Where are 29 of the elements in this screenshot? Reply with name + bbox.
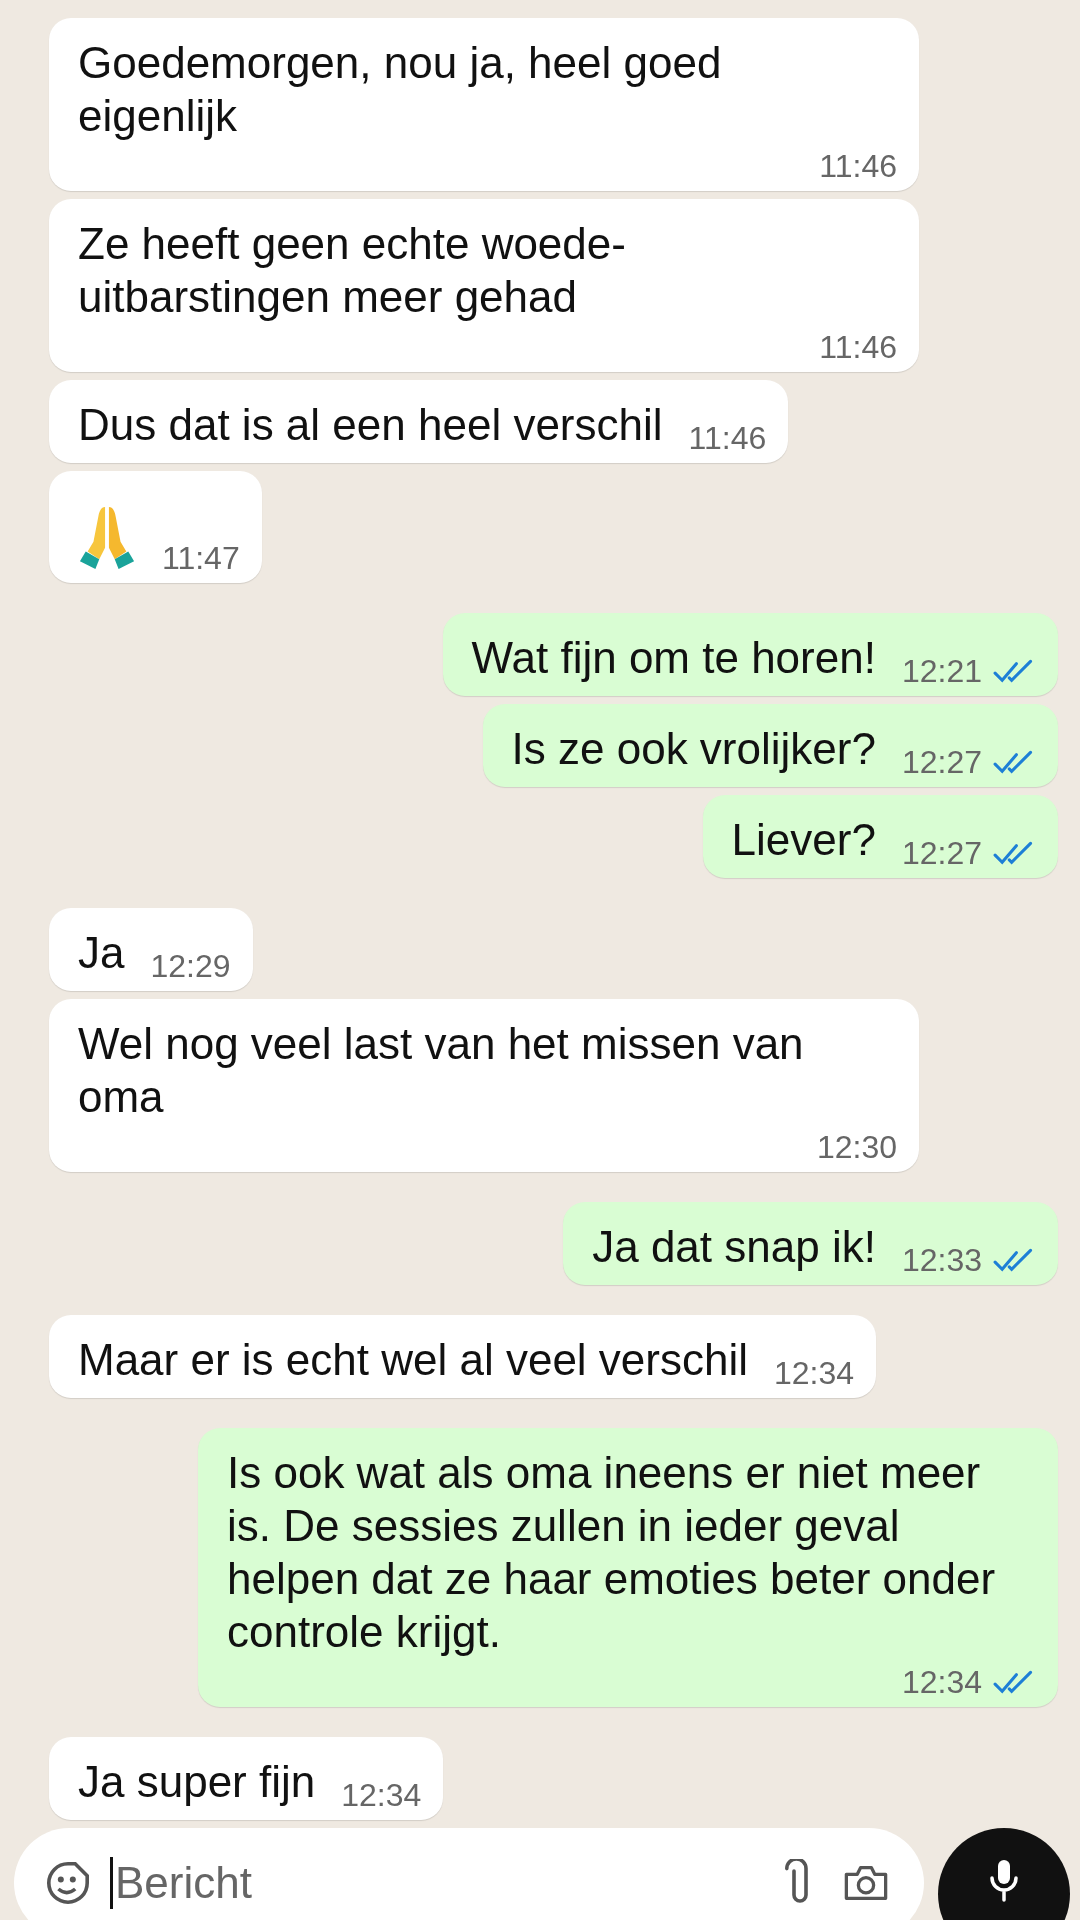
message-text: Ze heeft geen echte woede-uitbarstingen meer gehad <box>78 218 627 323</box>
message-time: 11:46 <box>688 420 767 457</box>
message-text: Ja <box>78 927 125 979</box>
message-text: Wat fijn om te horen! <box>471 632 876 684</box>
message-time: 11:47 <box>162 540 240 577</box>
message-time: 12:21 <box>901 653 982 690</box>
message-text: Ja super fijn <box>78 1756 316 1808</box>
message-time: 12:34 <box>341 1777 422 1814</box>
microphone-icon <box>989 1858 1019 1902</box>
message-time: 11:46 <box>819 148 897 185</box>
message-time: 11:46 <box>819 329 897 366</box>
message-time: 12:27 <box>901 744 982 781</box>
message-time: 12:30 <box>816 1129 897 1166</box>
message-field[interactable]: Bericht <box>14 1828 924 1920</box>
message-text: Maar er is echt wel al veel verschil <box>78 1334 748 1386</box>
message-time: 12:34 <box>774 1355 855 1392</box>
message-text: Is ook wat als oma ineens er niet meer is. De sessies zullen in ieder geval helpen dat ze haar emoties beter onder controle krijgt. <box>227 1447 997 1658</box>
sticker-icon[interactable] <box>44 1859 92 1907</box>
message-text: Goedemorgen, nou ja, heel goed eigenlijk <box>78 37 723 142</box>
message-time: 12:29 <box>150 948 231 985</box>
message-input[interactable]: Bericht <box>110 1857 758 1909</box>
message-time: 12:34 <box>901 1664 982 1701</box>
message-time: 12:33 <box>901 1242 982 1279</box>
message-text: Ja dat snap ik! <box>592 1221 876 1273</box>
message-text: Dus dat is al een heel verschil <box>78 399 663 451</box>
message-time: 12:27 <box>901 835 982 872</box>
message-text: Wel nog veel last van het missen van oma <box>78 1018 805 1123</box>
message-text: Liever? <box>731 814 876 866</box>
message-text: Is ze ook vrolijker? <box>511 723 876 775</box>
